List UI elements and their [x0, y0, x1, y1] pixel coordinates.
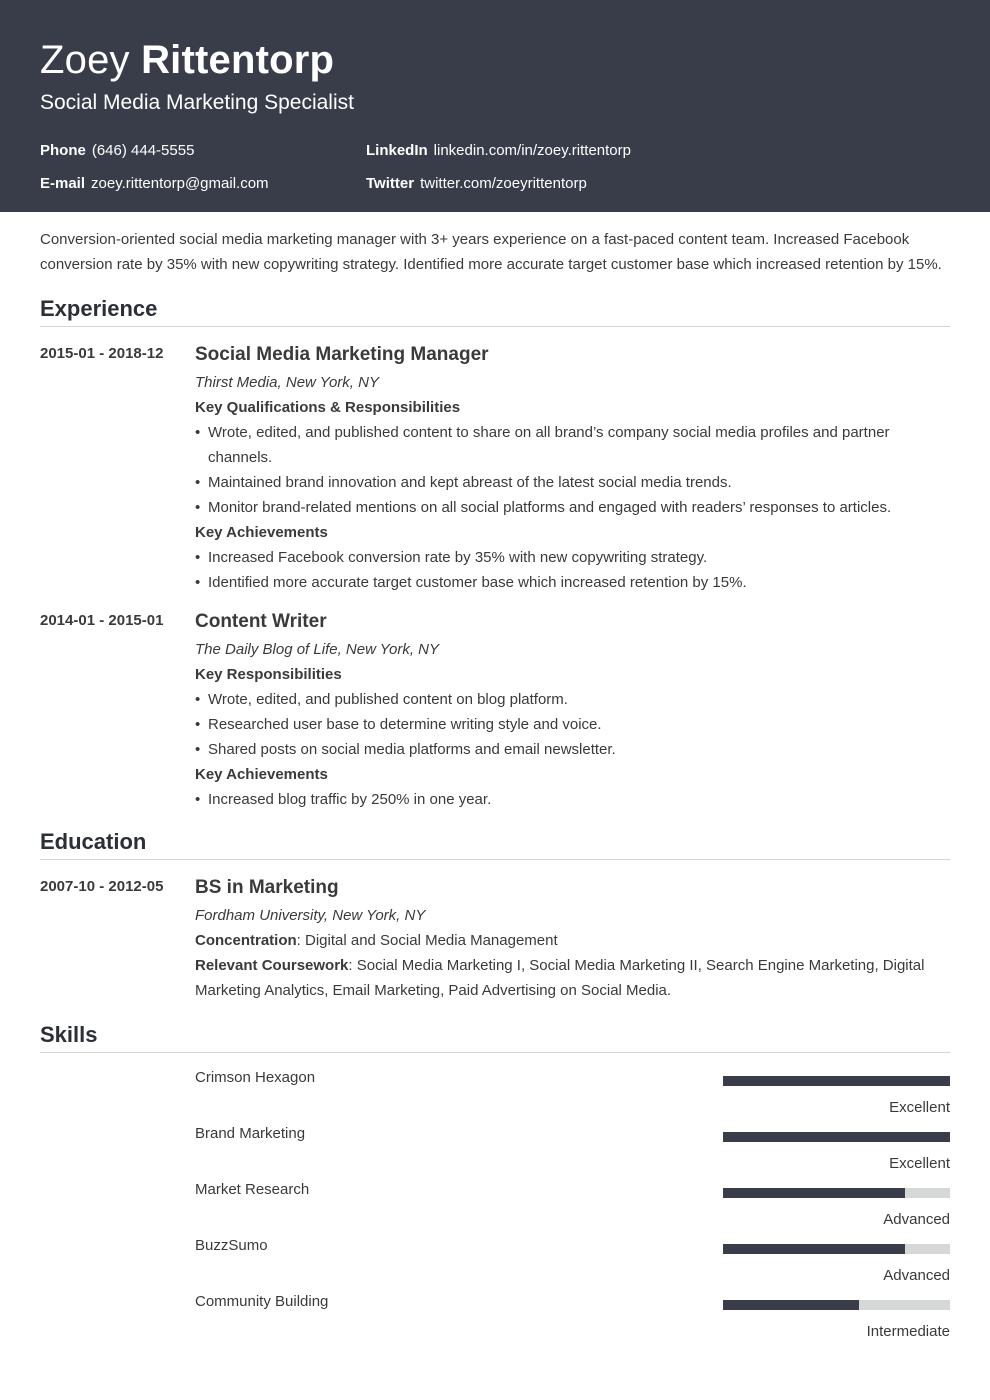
contact-value: (646) 444-5555 — [91, 142, 195, 159]
group-heading: Key Responsibilities — [195, 666, 342, 683]
section-title: Experience — [40, 296, 950, 327]
job-company: The Daily Blog of Life, New York, NY — [195, 641, 439, 658]
contact-label: Phone — [40, 142, 86, 159]
list-item: Monitor brand-related mentions on all so… — [195, 495, 950, 520]
group-heading: Key Achievements — [195, 766, 328, 783]
contact-label: Twitter — [366, 175, 415, 192]
list-item: Identified more accurate target customer… — [195, 570, 950, 595]
skill-name: Community Building — [195, 1293, 329, 1310]
job-title: Social Media Marketing Specialist — [40, 91, 354, 114]
contact-phone: Phone (646) 444-5555 — [40, 142, 194, 160]
education-section: Education 2007-10 - 2012-05 BS in Market… — [40, 829, 950, 1003]
bullet-list: Increased Facebook conversion rate by 35… — [195, 545, 950, 595]
skill-item: BuzzSumo Advanced — [40, 1237, 950, 1293]
experience-section: Experience 2015-01 - 2018-12 Social Medi… — [40, 296, 950, 812]
skill-level: Excellent — [889, 1099, 950, 1116]
skills-list: Crimson Hexagon Excellent Brand Marketin… — [40, 1069, 950, 1349]
concentration-value: : Digital and Social Media Management — [296, 932, 558, 949]
skill-level: Excellent — [889, 1155, 950, 1172]
bullet-list: Wrote, edited, and published content to … — [195, 420, 950, 520]
skill-bar — [723, 1244, 950, 1254]
skill-bar — [723, 1188, 950, 1198]
skill-level: Advanced — [883, 1267, 950, 1284]
list-item: Researched user base to determine writin… — [195, 712, 950, 737]
skill-bar-fill — [723, 1300, 860, 1310]
skill-bar — [723, 1300, 950, 1310]
job-company: Thirst Media, New York, NY — [195, 374, 379, 391]
summary: Conversion-oriented social media marketi… — [40, 231, 942, 273]
candidate-name: Zoey Rittentorp — [40, 36, 950, 84]
skill-level: Intermediate — [866, 1323, 950, 1340]
contact-linkedin: LinkedIn linkedin.com/in/zoey.rittentorp — [366, 142, 631, 160]
coursework: Relevant Coursework: Social Media Market… — [195, 953, 950, 1003]
contact-label: LinkedIn — [366, 142, 428, 159]
group-heading: Key Achievements — [195, 524, 328, 541]
skill-item: Brand Marketing Excellent — [40, 1125, 950, 1181]
contact-label: E-mail — [40, 175, 86, 192]
twitter-link[interactable]: twitter.com/zoeyrittentorp — [420, 175, 587, 192]
skills-section: Skills Crimson Hexagon Excellent Brand M… — [40, 1022, 950, 1349]
job-dates: 2014-01 - 2015-01 — [40, 612, 164, 629]
list-item: Maintained brand innovation and kept abr… — [195, 470, 950, 495]
school: Fordham University, New York, NY — [195, 907, 426, 924]
skill-name: Brand Marketing — [195, 1125, 306, 1142]
job-entry: 2014-01 - 2015-01 Content Writer The Dai… — [40, 610, 950, 812]
list-item: Wrote, edited, and published content on … — [195, 687, 950, 712]
contact-info: Phone (646) 444-5555 LinkedIn linkedin.com… — [40, 142, 950, 202]
skill-bar-fill — [723, 1076, 950, 1086]
skill-item: Crimson Hexagon Excellent — [40, 1069, 950, 1125]
linkedin-link[interactable]: linkedin.com/in/zoey.rittentorp — [434, 142, 631, 159]
education-entry: 2007-10 - 2012-05 BS in Marketing Fordha… — [40, 876, 950, 1003]
group-heading: Key Qualifications & Responsibilities — [195, 399, 461, 416]
job-position: Content Writer — [195, 611, 327, 632]
contact-email: E-mail zoey.rittentorp@gmail.com — [40, 175, 269, 193]
skill-bar-fill — [723, 1244, 905, 1254]
list-item: Increased Facebook conversion rate by 35… — [195, 545, 950, 570]
list-item: Wrote, edited, and published content to … — [195, 420, 950, 470]
skill-name: BuzzSumo — [195, 1237, 268, 1254]
skill-name: Market Research — [195, 1181, 310, 1198]
concentration-label: Concentration — [195, 932, 297, 949]
first-name: Zoey — [40, 38, 130, 82]
job-position: Social Media Marketing Manager — [195, 344, 489, 365]
skill-level: Advanced — [883, 1211, 950, 1228]
last-name: Rittentorp — [141, 38, 335, 82]
skill-item: Market Research Advanced — [40, 1181, 950, 1237]
concentration: Concentration: Digital and Social Media … — [195, 928, 950, 953]
degree: BS in Marketing — [195, 877, 339, 898]
job-dates: 2015-01 - 2018-12 — [40, 345, 164, 362]
skill-bar-fill — [723, 1132, 950, 1142]
email-link[interactable]: zoey.rittentorp@gmail.com — [91, 175, 269, 192]
section-title: Skills — [40, 1022, 950, 1053]
resume-header: Zoey Rittentorp Social Media Marketing S… — [0, 0, 990, 212]
skill-bar — [723, 1076, 950, 1086]
skill-item: Community Building Intermediate — [40, 1293, 950, 1349]
list-item: Shared posts on social media platforms a… — [195, 737, 950, 762]
bullet-list: Wrote, edited, and published content on … — [195, 687, 950, 762]
bullet-list: Increased blog traffic by 250% in one ye… — [195, 787, 950, 812]
job-entry: 2015-01 - 2018-12 Social Media Marketing… — [40, 343, 950, 595]
skill-bar — [723, 1132, 950, 1142]
list-item: Increased blog traffic by 250% in one ye… — [195, 787, 950, 812]
section-title: Education — [40, 829, 950, 860]
contact-twitter: Twitter twitter.com/zoeyrittentorp — [366, 175, 587, 193]
skill-bar-fill — [723, 1188, 905, 1198]
coursework-label: Relevant Coursework — [195, 957, 349, 974]
skill-name: Crimson Hexagon — [195, 1069, 316, 1086]
education-dates: 2007-10 - 2012-05 — [40, 878, 164, 895]
